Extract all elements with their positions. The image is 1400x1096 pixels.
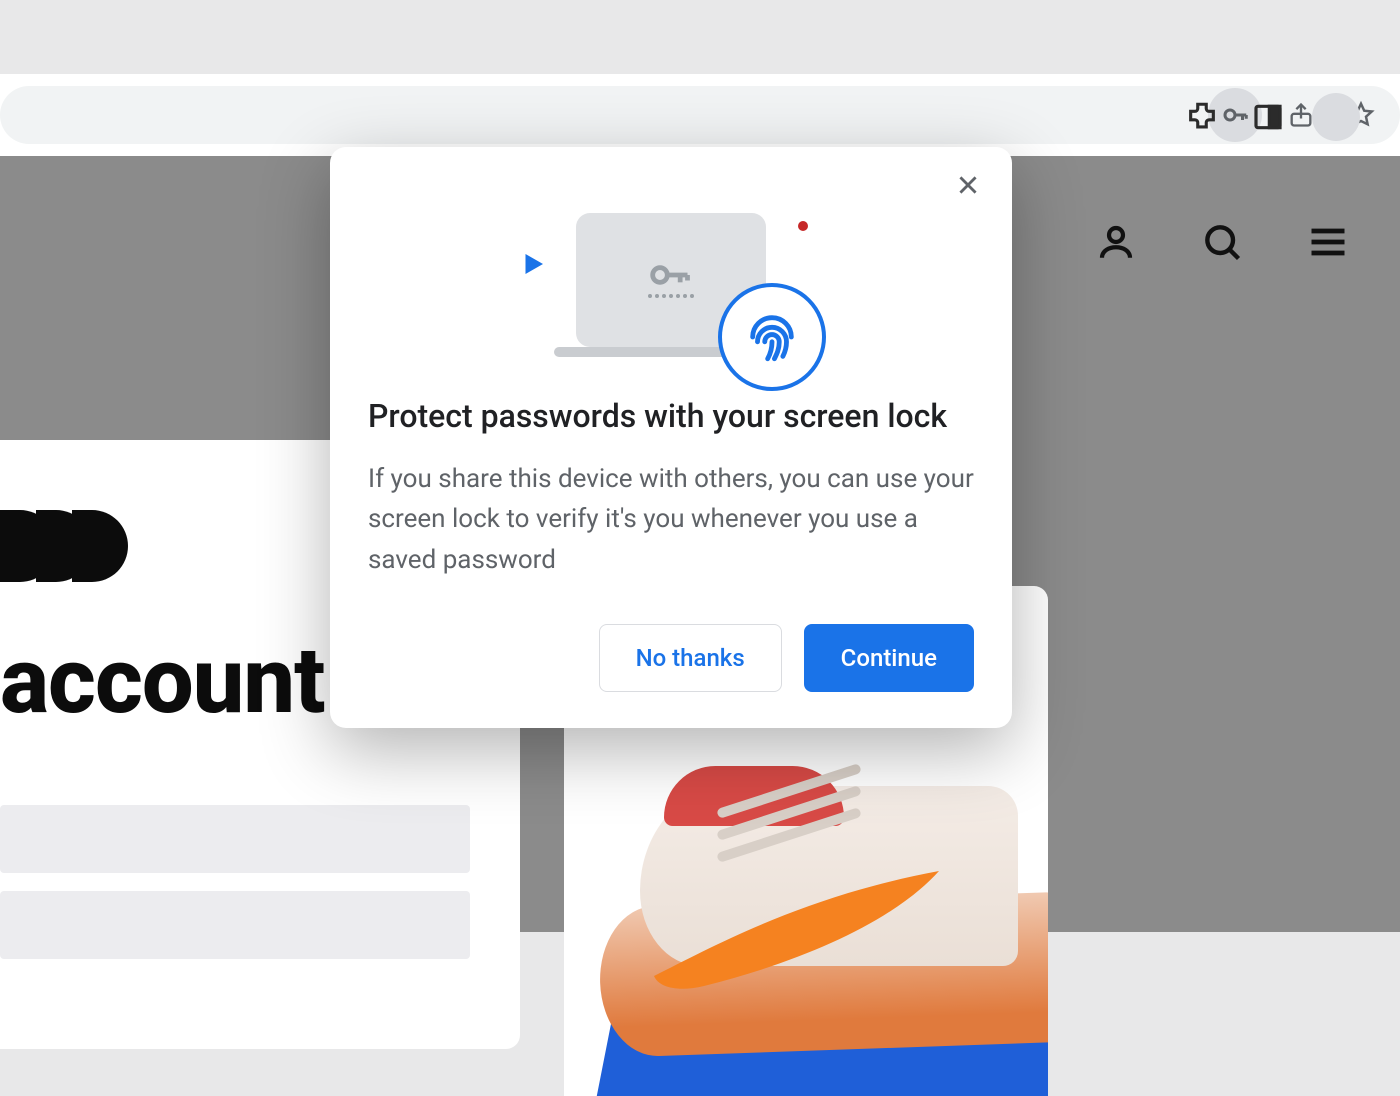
sidepanel-button[interactable]	[1246, 95, 1290, 139]
popover-body: If you share this device with others, yo…	[368, 459, 974, 580]
popover-title: Protect passwords with your screen lock	[368, 397, 974, 435]
search-icon	[1200, 220, 1244, 264]
site-header-actions	[1094, 220, 1350, 264]
form-field[interactable]	[0, 891, 470, 959]
red-indicator-dot	[798, 221, 808, 231]
hamburger-menu-icon	[1306, 220, 1350, 264]
profile-avatar[interactable]	[1312, 93, 1360, 141]
person-icon	[1095, 221, 1137, 263]
account-form	[0, 805, 520, 959]
site-menu-button[interactable]	[1306, 220, 1350, 264]
play-icon	[518, 249, 548, 279]
key-icon	[649, 262, 693, 288]
fingerprint-icon	[743, 308, 801, 366]
extensions-button[interactable]	[1180, 95, 1224, 139]
fingerprint-badge	[718, 283, 826, 391]
browser-toolbar-right	[1180, 88, 1400, 146]
sidepanel-icon	[1252, 101, 1284, 133]
continue-button[interactable]: Continue	[804, 624, 974, 692]
site-account-button[interactable]	[1094, 220, 1138, 264]
password-dots	[648, 294, 694, 298]
browser-toolbar	[0, 74, 1400, 156]
form-field[interactable]	[0, 805, 470, 873]
popover-illustration	[368, 175, 974, 385]
screen-lock-popover: Protect passwords with your screen lock …	[330, 147, 1012, 728]
extensions-puzzle-icon	[1185, 100, 1219, 134]
window-top-spacer	[0, 0, 1400, 74]
laptop-illustration	[576, 213, 766, 347]
no-thanks-button[interactable]: No thanks	[599, 624, 782, 692]
site-search-button[interactable]	[1200, 220, 1244, 264]
popover-actions: No thanks Continue	[368, 624, 974, 692]
